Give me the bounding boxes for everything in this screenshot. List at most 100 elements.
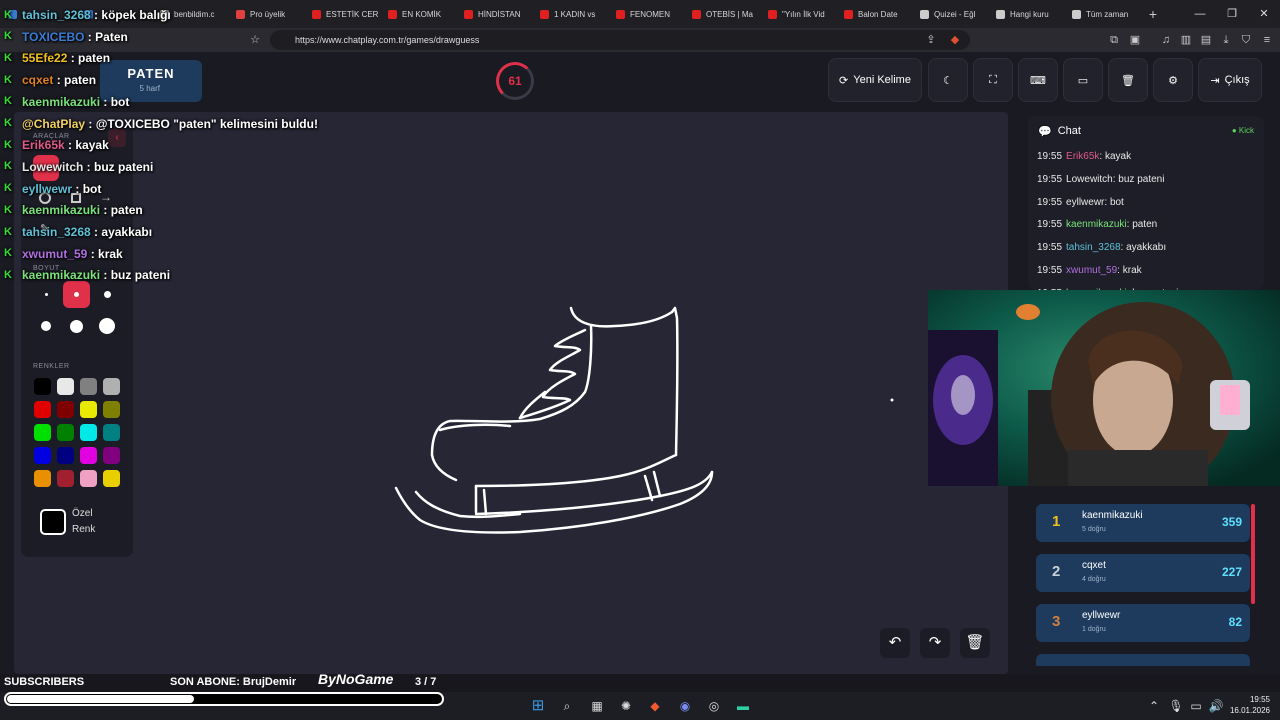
tab-favicon-icon bbox=[388, 9, 397, 19]
url-field[interactable]: https://www.chatplay.com.tr/games/drawgu… bbox=[270, 30, 970, 50]
chat-text: ayakkabı bbox=[1126, 242, 1167, 254]
overlay-chat-line: Kcqxet : paten bbox=[0, 70, 96, 90]
file-explorer-icon[interactable]: ▦ bbox=[587, 696, 607, 716]
size-3[interactable] bbox=[104, 291, 111, 298]
undo-button[interactable]: ↶ bbox=[880, 628, 910, 658]
kick-app-icon[interactable]: ▬ bbox=[733, 696, 753, 716]
browser-tab[interactable]: "Yılın İlk Vid bbox=[760, 0, 836, 28]
obs-icon[interactable]: ◎ bbox=[704, 696, 724, 716]
minimize-icon[interactable]: — bbox=[1184, 0, 1216, 28]
volume-icon[interactable]: 🔊 bbox=[1206, 696, 1226, 716]
share-icon[interactable]: ⇪ bbox=[922, 28, 940, 52]
new-word-button[interactable]: ⟳ Yeni Kelime bbox=[828, 58, 922, 102]
browser-tab[interactable]: Quizei - Eğl bbox=[912, 0, 988, 28]
browser-tab[interactable]: Balon Date bbox=[836, 0, 912, 28]
color-swatch[interactable] bbox=[80, 424, 97, 441]
restore-icon[interactable]: ❐ bbox=[1216, 0, 1248, 28]
redo-button[interactable]: ↷ bbox=[920, 628, 950, 658]
chat-user[interactable]: eyllwewr bbox=[1066, 197, 1104, 208]
search-icon[interactable]: ⌕ bbox=[557, 696, 577, 716]
size-5[interactable] bbox=[70, 320, 83, 333]
color-swatch[interactable] bbox=[57, 424, 74, 441]
chat-user[interactable]: Erik65k bbox=[1066, 151, 1099, 162]
color-swatch[interactable] bbox=[57, 401, 74, 418]
clock[interactable]: 19:55 16.01.2026 bbox=[1226, 694, 1270, 716]
network-icon[interactable]: ▭ bbox=[1186, 696, 1206, 716]
browser-tab[interactable]: ESTETİK CER bbox=[304, 0, 380, 28]
color-swatch[interactable] bbox=[103, 447, 120, 464]
color-swatch[interactable] bbox=[34, 378, 51, 395]
drawing-canvas[interactable] bbox=[14, 112, 1008, 674]
brave-icon[interactable]: ◆ bbox=[645, 696, 665, 716]
color-swatch[interactable] bbox=[80, 401, 97, 418]
bookmark-icon[interactable]: ☆ bbox=[246, 28, 264, 52]
browser-tab[interactable]: 1 KADIN vs bbox=[532, 0, 608, 28]
new-tab-button[interactable]: + bbox=[1140, 6, 1166, 22]
color-swatch[interactable] bbox=[34, 470, 51, 487]
download-icon[interactable]: ⤓ bbox=[1217, 28, 1235, 52]
browser-tab[interactable]: EN KOMİK bbox=[380, 0, 456, 28]
browser-tab[interactable]: HİNDİSTAN bbox=[456, 0, 532, 28]
color-swatch[interactable] bbox=[57, 378, 74, 395]
color-swatch[interactable] bbox=[103, 401, 120, 418]
dark-mode-button[interactable]: ☾ bbox=[928, 58, 968, 102]
extensions-icon[interactable]: ⧉ bbox=[1105, 28, 1123, 52]
close-icon[interactable]: ✕ bbox=[1248, 0, 1280, 28]
fullscreen-button[interactable]: ⛶ bbox=[973, 58, 1013, 102]
color-swatch[interactable] bbox=[103, 378, 120, 395]
leaderboard-scrollbar[interactable] bbox=[1251, 504, 1255, 604]
browser-tab[interactable]: FENOMEN bbox=[608, 0, 684, 28]
microphone-icon[interactable]: 🎙 bbox=[1166, 696, 1186, 716]
tab-favicon-icon bbox=[844, 9, 853, 19]
size-1[interactable] bbox=[45, 293, 48, 296]
color-swatch[interactable] bbox=[34, 424, 51, 441]
chat-header: 💬 Chat bbox=[1028, 116, 1264, 146]
chat-time: 19:55 bbox=[1037, 219, 1063, 231]
size-4[interactable] bbox=[41, 321, 51, 331]
screenshot-icon[interactable]: ▣ bbox=[1126, 28, 1144, 52]
browser-tab[interactable]: OTEBİS | Ma bbox=[684, 0, 760, 28]
color-swatch[interactable] bbox=[80, 378, 97, 395]
custom-color-button[interactable] bbox=[40, 509, 66, 535]
browser-tab[interactable]: Hangi kuru bbox=[988, 0, 1064, 28]
chat-user[interactable]: xwumut_59 bbox=[1066, 265, 1117, 276]
chat-user[interactable]: Lowewitch bbox=[1066, 174, 1113, 185]
exit-button[interactable]: ⇥ Çıkış bbox=[1198, 58, 1262, 102]
color-swatch[interactable] bbox=[34, 401, 51, 418]
color-swatch[interactable] bbox=[34, 447, 51, 464]
chat-message-list[interactable]: 19:55 Erik65k: kayak 19:55 Lowewitch: buz p… bbox=[1028, 146, 1264, 290]
overlay-chat-line: K @ChatPlay : @TOXICEBO "paten" kelimesin… bbox=[0, 114, 318, 134]
sidebar-icon[interactable]: ▥ bbox=[1177, 28, 1195, 52]
chat-user[interactable]: tahsin_3268 bbox=[1066, 242, 1121, 253]
archive-button[interactable]: ▭ bbox=[1063, 58, 1103, 102]
size-2[interactable] bbox=[74, 292, 79, 297]
size-6[interactable] bbox=[99, 318, 115, 334]
keyboard-button[interactable]: ⌨ bbox=[1018, 58, 1058, 102]
color-swatch[interactable] bbox=[103, 470, 120, 487]
wallet-icon[interactable]: ▤ bbox=[1197, 28, 1215, 52]
discord-icon[interactable]: ◉ bbox=[675, 696, 695, 716]
color-swatch[interactable] bbox=[103, 424, 120, 441]
last-subscriber: SON ABONE: BrujDemir bbox=[170, 676, 297, 688]
settings-button[interactable]: ⚙ bbox=[1153, 58, 1193, 102]
tab-label: EN KOMİK bbox=[402, 9, 442, 19]
music-icon[interactable]: ♫ bbox=[1157, 28, 1175, 52]
tray-chevron-icon[interactable]: ⌃ bbox=[1144, 696, 1164, 716]
clear-button[interactable]: 🗑 bbox=[1108, 58, 1148, 102]
color-swatch[interactable] bbox=[80, 470, 97, 487]
chatgpt-icon[interactable]: ✺ bbox=[616, 696, 636, 716]
overlay-chat-text: kayak bbox=[75, 138, 109, 153]
color-swatch[interactable] bbox=[80, 447, 97, 464]
start-icon[interactable]: ⊞ bbox=[528, 696, 548, 716]
browser-tab[interactable]: Pro üyelik bbox=[228, 0, 304, 28]
chat-text: paten bbox=[1132, 219, 1158, 231]
vpn-icon[interactable]: ⛉ bbox=[1237, 28, 1255, 52]
chat-user[interactable]: kaenmikazuki bbox=[1066, 219, 1127, 230]
overlay-chat-text: ayakkabı bbox=[101, 225, 153, 239]
brave-shield-icon[interactable]: ◆ bbox=[946, 28, 964, 52]
delete-drawing-button[interactable]: 🗑 bbox=[960, 628, 990, 658]
color-swatch[interactable] bbox=[57, 470, 74, 487]
browser-tab[interactable]: Tüm zaman bbox=[1064, 0, 1140, 28]
color-swatch[interactable] bbox=[57, 447, 74, 464]
menu-icon[interactable]: ≡ bbox=[1258, 28, 1276, 52]
